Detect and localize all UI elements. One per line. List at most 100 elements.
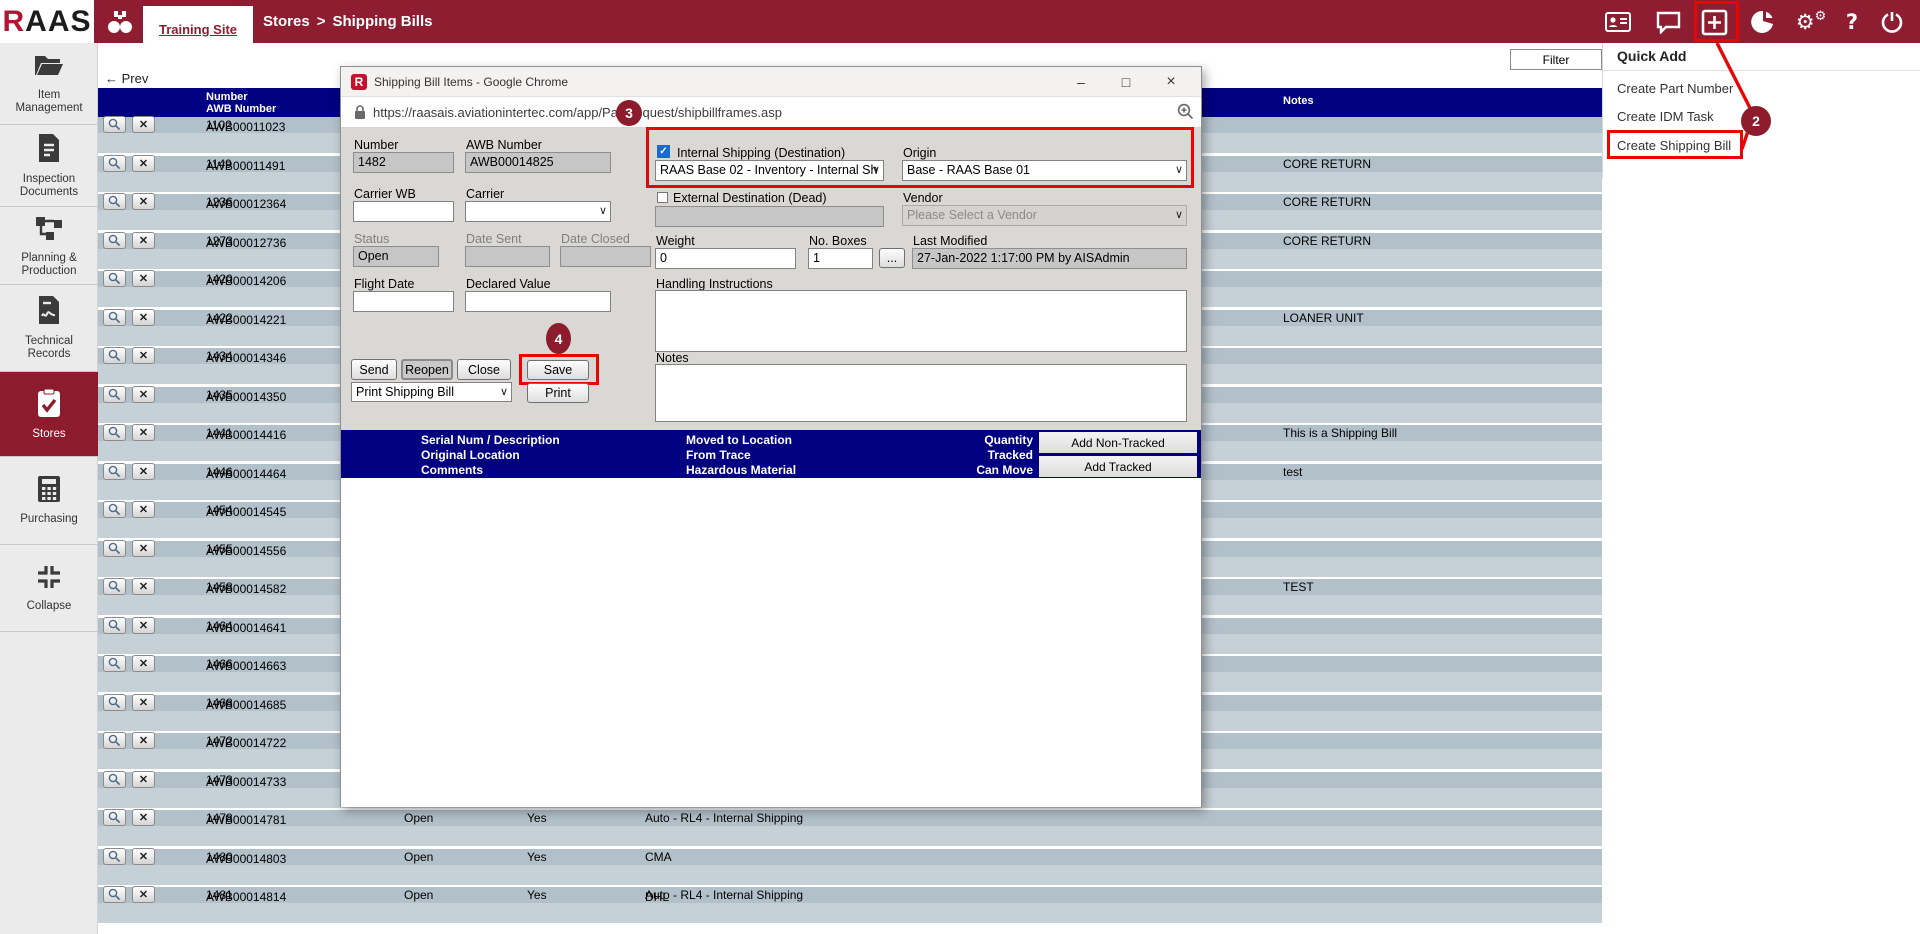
search-binoculars-icon[interactable] bbox=[105, 8, 135, 36]
delete-icon[interactable]: ✕ bbox=[132, 193, 155, 210]
delete-icon[interactable]: ✕ bbox=[132, 732, 155, 749]
delete-icon[interactable]: ✕ bbox=[132, 886, 155, 903]
delete-icon[interactable]: ✕ bbox=[132, 617, 155, 634]
view-icon[interactable] bbox=[103, 309, 126, 326]
delete-icon[interactable]: ✕ bbox=[132, 116, 155, 133]
menu-item-create-shipping-bill[interactable]: Create Shipping Bill bbox=[1617, 138, 1731, 153]
reopen-button[interactable]: Reopen bbox=[401, 359, 453, 380]
carrier-wb-field[interactable] bbox=[353, 201, 454, 222]
sidebar-item-item-management[interactable]: Item Management bbox=[0, 43, 98, 125]
sidebar-item-stores[interactable]: Stores bbox=[0, 372, 98, 457]
delete-icon[interactable]: ✕ bbox=[132, 309, 155, 326]
network-icon bbox=[33, 214, 65, 247]
delete-icon[interactable]: ✕ bbox=[132, 540, 155, 557]
view-icon[interactable] bbox=[103, 809, 126, 826]
delete-icon[interactable]: ✕ bbox=[132, 655, 155, 672]
menu-item-create-part-number[interactable]: Create Part Number bbox=[1617, 81, 1733, 96]
sidebar-item-planning-production[interactable]: Planning & Production bbox=[0, 207, 98, 285]
view-icon[interactable] bbox=[103, 424, 126, 441]
view-icon[interactable] bbox=[103, 155, 126, 172]
number-field: 1482 bbox=[353, 152, 454, 173]
view-icon[interactable] bbox=[103, 771, 126, 788]
breadcrumb-section[interactable]: Stores bbox=[263, 13, 310, 30]
delete-icon[interactable]: ✕ bbox=[132, 347, 155, 364]
filter-button[interactable]: Filter bbox=[1510, 49, 1602, 70]
flight-date-field[interactable] bbox=[353, 291, 454, 312]
sidebar-item-collapse[interactable]: Collapse bbox=[0, 545, 98, 632]
weight-field[interactable]: 0 bbox=[655, 248, 796, 269]
delete-icon[interactable]: ✕ bbox=[132, 848, 155, 865]
view-icon[interactable] bbox=[103, 463, 126, 480]
sidebar-item-technical-records[interactable]: Technical Records bbox=[0, 285, 98, 372]
view-icon[interactable] bbox=[103, 655, 126, 672]
boxes-more-button[interactable]: ... bbox=[879, 248, 905, 268]
internal-destination-select[interactable]: RAAS Base 02 - Inventory - Internal Sh∨ bbox=[655, 160, 884, 181]
delete-icon[interactable]: ✕ bbox=[132, 386, 155, 403]
pie-chart-icon[interactable] bbox=[1748, 8, 1776, 36]
close-button[interactable]: × bbox=[1154, 69, 1188, 94]
row-awb-number: AWB00014663 bbox=[206, 659, 286, 673]
external-destination-checkbox[interactable] bbox=[657, 192, 668, 203]
delete-icon[interactable]: ✕ bbox=[132, 463, 155, 480]
delete-icon[interactable]: ✕ bbox=[132, 809, 155, 826]
tab-training-site[interactable]: Training Site bbox=[143, 6, 253, 52]
view-icon[interactable] bbox=[103, 501, 126, 518]
delete-icon[interactable]: ✕ bbox=[132, 694, 155, 711]
minimize-button[interactable]: – bbox=[1064, 69, 1098, 94]
help-icon[interactable]: ? bbox=[1838, 8, 1866, 36]
close-bill-button[interactable]: Close bbox=[457, 359, 511, 380]
sidebar-item-inspection-documents[interactable]: Inspection Documents bbox=[0, 125, 98, 207]
view-icon[interactable] bbox=[103, 617, 126, 634]
maximize-button[interactable]: □ bbox=[1109, 69, 1143, 94]
settings-gears-icon[interactable]: ⚙⚙ bbox=[1793, 8, 1829, 36]
view-icon[interactable] bbox=[103, 578, 126, 595]
carrier-select[interactable]: ∨ bbox=[465, 201, 611, 222]
save-button[interactable]: Save bbox=[527, 360, 589, 380]
print-type-select[interactable]: Print Shipping Bill∨ bbox=[351, 382, 512, 402]
delete-icon[interactable]: ✕ bbox=[132, 155, 155, 172]
print-button[interactable]: Print bbox=[527, 383, 589, 403]
view-icon[interactable] bbox=[103, 694, 126, 711]
internal-shipping-checkbox[interactable]: ✓ bbox=[657, 145, 670, 158]
declared-value-field[interactable] bbox=[465, 291, 611, 312]
view-icon[interactable] bbox=[103, 540, 126, 557]
view-icon[interactable] bbox=[103, 386, 126, 403]
breadcrumb[interactable]: Stores > Shipping Bills bbox=[263, 0, 432, 43]
add-non-tracked-button[interactable]: Add Non-Tracked bbox=[1038, 431, 1198, 454]
zoom-page-icon[interactable] bbox=[1177, 103, 1195, 121]
delete-icon[interactable]: ✕ bbox=[132, 501, 155, 518]
table-row: ✕1481OpenYesAuto - RL4 - Internal Shippi… bbox=[98, 887, 1602, 923]
view-icon[interactable] bbox=[103, 116, 126, 133]
delete-icon[interactable]: ✕ bbox=[132, 771, 155, 788]
delete-icon[interactable]: ✕ bbox=[132, 578, 155, 595]
sidebar-item-purchasing[interactable]: Purchasing bbox=[0, 457, 98, 545]
delete-icon[interactable]: ✕ bbox=[132, 270, 155, 287]
row-awb-number: AWB00014416 bbox=[206, 428, 286, 442]
view-icon[interactable] bbox=[103, 848, 126, 865]
delete-icon[interactable]: ✕ bbox=[132, 424, 155, 441]
menu-item-create-idm-task[interactable]: Create IDM Task bbox=[1617, 109, 1714, 124]
power-icon[interactable] bbox=[1878, 8, 1906, 36]
add-tracked-button[interactable]: Add Tracked bbox=[1038, 455, 1198, 478]
view-icon[interactable] bbox=[103, 347, 126, 364]
view-icon[interactable] bbox=[103, 232, 126, 249]
dialog-url-bar[interactable]: https://raasais.aviationintertec.com/app… bbox=[341, 97, 1201, 128]
handling-instructions-textarea[interactable] bbox=[655, 290, 1187, 352]
notes-textarea[interactable] bbox=[655, 364, 1187, 422]
user-card-icon[interactable] bbox=[1604, 8, 1632, 36]
chat-icon[interactable] bbox=[1654, 8, 1682, 36]
quick-add-icon[interactable] bbox=[1700, 8, 1728, 36]
view-icon[interactable] bbox=[103, 732, 126, 749]
no-boxes-field[interactable]: 1 bbox=[808, 248, 873, 269]
delete-icon[interactable]: ✕ bbox=[132, 232, 155, 249]
row-awb-number: AWB00014781 bbox=[206, 813, 286, 827]
internal-shipping-label: Internal Shipping (Destination) bbox=[677, 146, 845, 160]
origin-select[interactable]: Base - RAAS Base 01∨ bbox=[902, 160, 1187, 181]
send-button[interactable]: Send bbox=[351, 359, 397, 380]
prev-link[interactable]: ← Prev bbox=[105, 71, 148, 86]
view-icon[interactable] bbox=[103, 270, 126, 287]
row-notes: TEST bbox=[1283, 580, 1314, 594]
view-icon[interactable] bbox=[103, 886, 126, 903]
view-icon[interactable] bbox=[103, 193, 126, 210]
dialog-title-bar[interactable]: R Shipping Bill Items - Google Chrome – … bbox=[341, 67, 1201, 97]
